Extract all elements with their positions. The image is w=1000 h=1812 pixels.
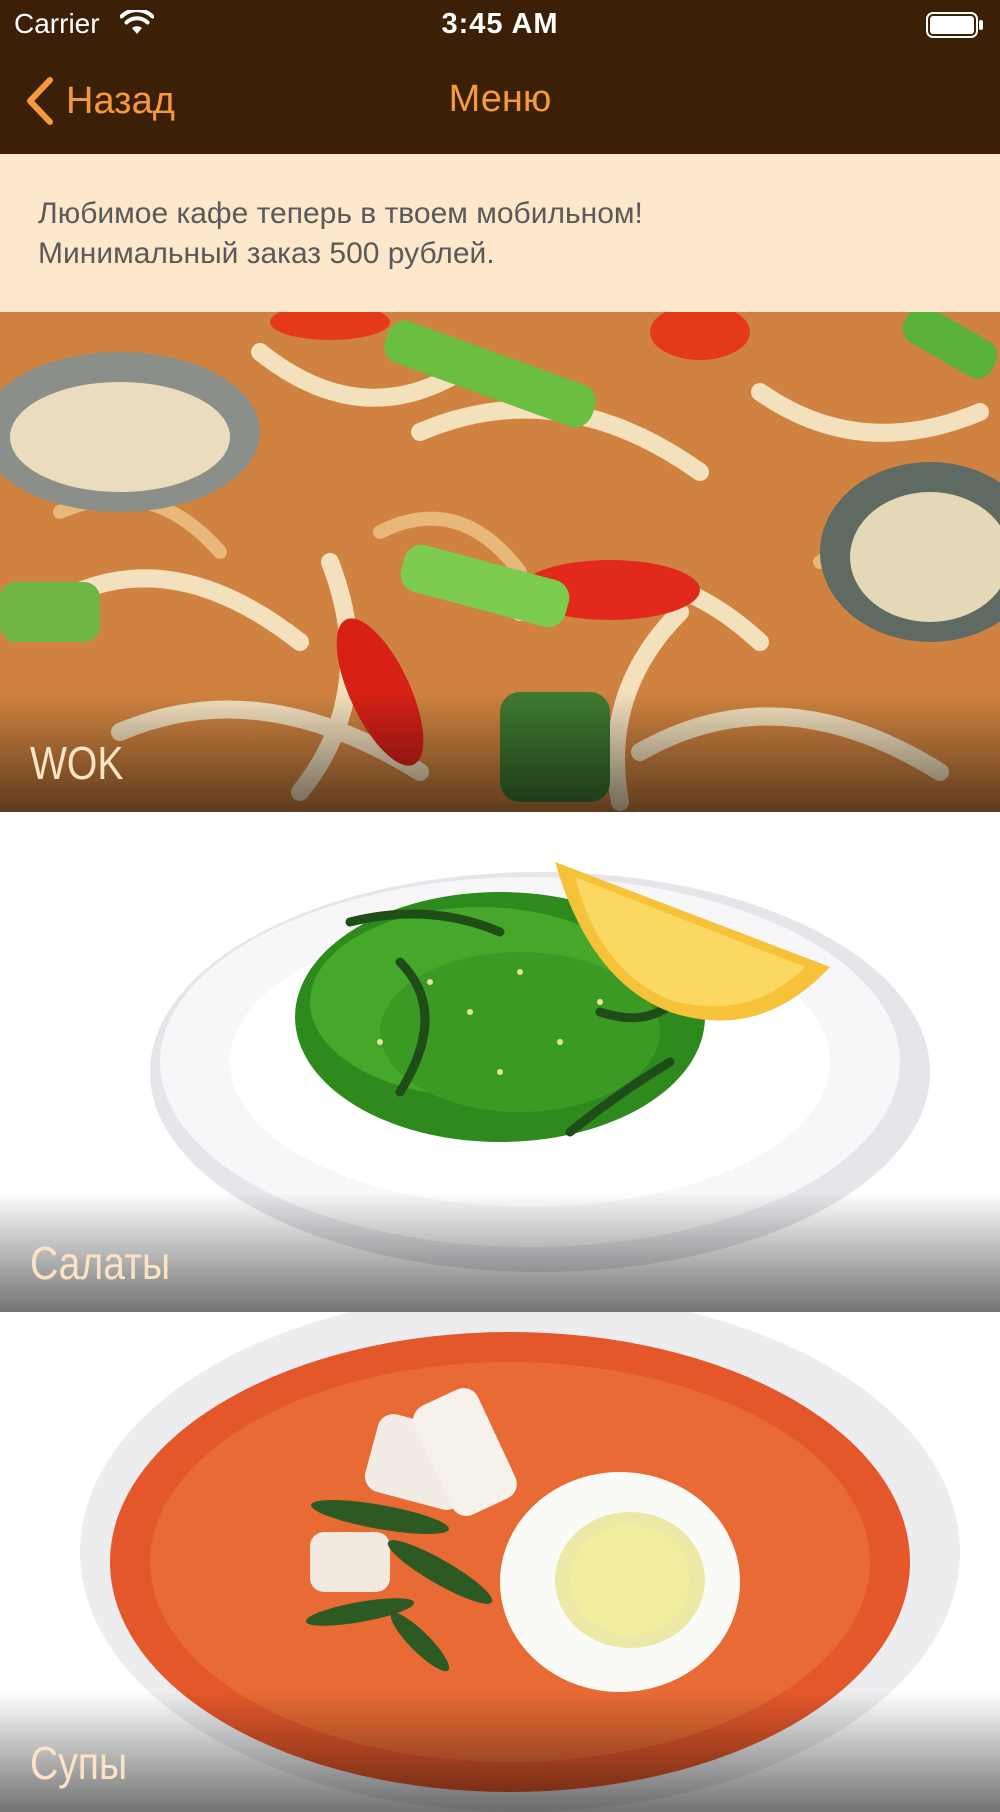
category-wok[interactable]: WOK [0,312,1000,812]
category-salads[interactable]: Салаты [0,812,1000,1312]
top-bar: Carrier 3:45 AM Назад Меню [0,0,1000,154]
banner-line-1: Любимое кафе теперь в твоем мобильном! [38,197,643,230]
navigation-bar: Назад Меню [0,50,1000,154]
category-label: WOK [30,737,124,789]
info-banner: Любимое кафе теперь в твоем мобильном! М… [0,154,1000,312]
category-soups[interactable]: Супы [0,1312,1000,1812]
battery-icon [926,12,983,38]
clock: 3:45 AM [441,8,559,40]
category-label: Салаты [30,1237,171,1289]
page-title: Меню [448,78,552,120]
banner-line-2: Минимальный заказ 500 рублей. [38,237,495,270]
status-bar: Carrier 3:45 AM [0,0,1000,50]
category-label: Супы [30,1737,128,1789]
